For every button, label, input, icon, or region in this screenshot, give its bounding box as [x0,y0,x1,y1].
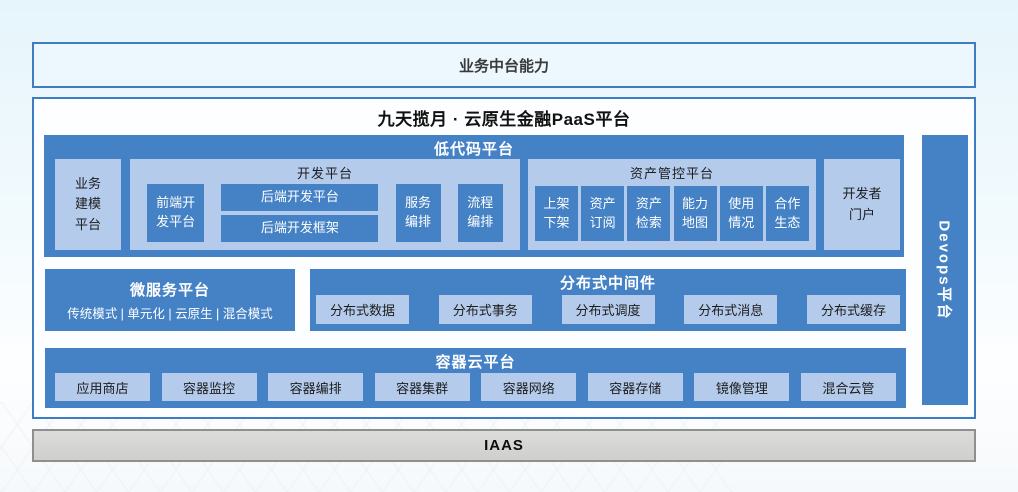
process-orchestration-label: 流程编排 [466,194,494,232]
lowcode-platform-group: 低代码平台 业务建模平台 开发平台 前端开发平台 后端开发平台 后端开发框架 服… [44,135,904,257]
asset-control-platform-content: 上架下架 资产订阅 资产检索 能力地图 使用情况 合作生态 [535,186,809,241]
dev-platform-content: 前端开发平台 后端开发平台 后端开发框架 服务编排 流程编排 [130,184,520,242]
middleware-item-box: 分布式消息 [684,295,777,324]
asset-item-label: 资产检索 [634,195,664,233]
asset-control-platform-group: 资产管控平台 上架下架 资产订阅 资产检索 能力地图 使用情况 合作生态 [528,159,816,250]
distributed-middleware-group: 分布式中间件 分布式数据 分布式事务 分布式调度 分布式消息 分布式缓存 [310,269,906,331]
developer-portal-label: 开发者门户 [838,184,886,224]
distributed-middleware-title: 分布式中间件 [310,269,906,293]
devops-platform-label: Devops平台 [935,220,956,320]
developer-portal-box: 开发者门户 [824,159,900,250]
iaas-label: IAAS [484,437,524,454]
dev-platform-title: 开发平台 [130,159,520,182]
microservice-platform-title: 微服务平台 [130,279,210,300]
business-midplatform-banner: 业务中台能力 [32,42,976,88]
asset-item-label: 使用情况 [726,195,756,233]
middleware-item-box: 分布式缓存 [807,295,900,324]
business-modeling-platform-label: 业务建模平台 [72,174,104,234]
asset-item-label: 资产订阅 [588,195,618,233]
asset-item-label: 合作生态 [772,195,802,233]
container-item-box: 容器网络 [481,373,576,401]
service-orchestration-box: 服务编排 [396,184,441,242]
lowcode-platform-content: 业务建模平台 开发平台 前端开发平台 后端开发平台 后端开发框架 服务编排 流程… [44,159,904,250]
frontend-dev-platform-box: 前端开发平台 [147,184,204,242]
asset-item-box: 合作生态 [766,186,809,241]
container-item-box: 容器编排 [268,373,363,401]
backend-dev-platform-box: 后端开发平台 [221,184,378,211]
container-cloud-group: 容器云平台 应用商店 容器监控 容器编排 容器集群 容器网络 容器存储 镜像管理… [45,348,906,408]
paas-platform-panel: 九天揽月 · 云原生金融PaaS平台 低代码平台 业务建模平台 开发平台 前端开… [32,97,976,419]
middleware-item-box: 分布式数据 [316,295,409,324]
container-item-box: 混合云管 [801,373,896,401]
backend-dev-column: 后端开发平台 后端开发框架 [221,184,378,242]
iaas-bar: IAAS [32,429,976,462]
asset-item-box: 上架下架 [535,186,578,241]
asset-item-label: 能力地图 [680,195,710,233]
business-modeling-platform-box: 业务建模平台 [55,159,121,250]
microservice-platform-box: 微服务平台 传统模式 | 单元化 | 云原生 | 混合模式 [45,269,295,331]
middleware-item-box: 分布式事务 [439,295,532,324]
backend-dev-framework-box: 后端开发框架 [221,215,378,242]
distributed-middleware-content: 分布式数据 分布式事务 分布式调度 分布式消息 分布式缓存 [316,295,900,324]
middleware-item-box: 分布式调度 [562,295,655,324]
service-orchestration-label: 服务编排 [404,194,432,232]
container-item-box: 容器存储 [588,373,683,401]
asset-control-platform-title: 资产管控平台 [528,159,816,182]
microservice-platform-modes: 传统模式 | 单元化 | 云原生 | 混合模式 [67,303,273,322]
devops-platform-bar: Devops平台 [922,135,968,405]
container-item-box: 镜像管理 [694,373,789,401]
container-cloud-content: 应用商店 容器监控 容器编排 容器集群 容器网络 容器存储 镜像管理 混合云管 [55,373,896,401]
asset-item-box: 使用情况 [720,186,763,241]
container-item-box: 应用商店 [55,373,150,401]
asset-item-label: 上架下架 [542,195,572,233]
dev-platform-group: 开发平台 前端开发平台 后端开发平台 后端开发框架 服务编排 流程编排 [130,159,520,250]
business-midplatform-label: 业务中台能力 [459,55,549,76]
asset-item-box: 能力地图 [674,186,717,241]
asset-item-box: 资产检索 [627,186,670,241]
container-cloud-title: 容器云平台 [45,348,906,372]
lowcode-platform-title: 低代码平台 [44,135,904,159]
asset-item-box: 资产订阅 [581,186,624,241]
paas-platform-title: 九天揽月 · 云原生金融PaaS平台 [34,105,974,130]
process-orchestration-box: 流程编排 [458,184,503,242]
container-item-box: 容器集群 [375,373,470,401]
container-item-box: 容器监控 [162,373,257,401]
